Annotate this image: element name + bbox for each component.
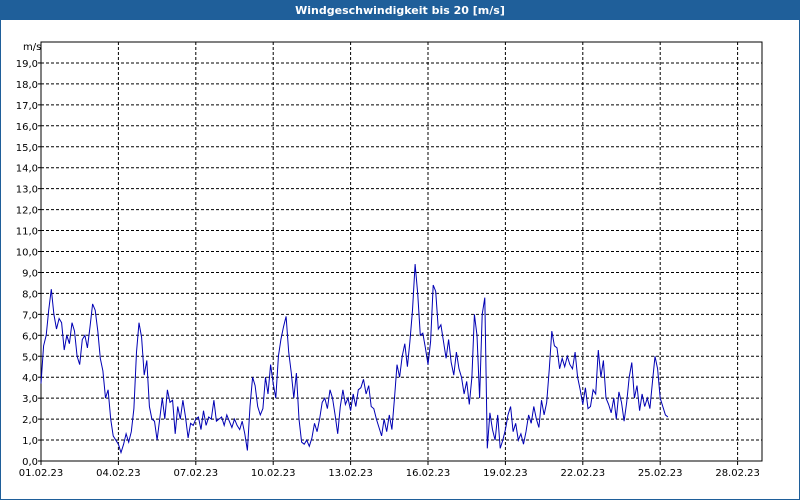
y-tick-label: 2,0: [22, 415, 38, 426]
x-tick-label: 28.02.23: [715, 468, 760, 479]
y-tick-label: 17,0: [16, 101, 38, 112]
y-tick-label: 6,0: [22, 331, 38, 342]
y-tick-label: 18,0: [16, 80, 38, 91]
y-axis: 0,0 1,0 2,0 3,0 4,0 5,0 6,0 7,0 8,0 9,0 10,0 11,0 12…: [16, 59, 41, 468]
y-tick-label: 10,0: [16, 248, 38, 259]
x-axis: 01.02.23 04.02.23 07.02.23 10.02.23 13.02.23…: [19, 461, 760, 479]
y-tick-label: 12,0: [16, 206, 38, 217]
x-tick-label: 13.02.23: [328, 468, 373, 479]
y-tick-label: 8,0: [22, 289, 38, 300]
y-tick-label: 1,0: [22, 436, 38, 447]
y-tick-label: 15,0: [16, 143, 38, 154]
y-tick-label: 7,0: [22, 310, 38, 321]
y-tick-label: 0,0: [22, 457, 38, 468]
y-axis-label: m/s: [23, 42, 41, 53]
chart-title: Windgeschwindigkeit bis 20 [m/s]: [1, 1, 799, 20]
x-tick-label: 25.02.23: [638, 468, 683, 479]
x-tick-label: 19.02.23: [483, 468, 528, 479]
y-tick-label: 3,0: [22, 394, 38, 405]
x-tick-label: 22.02.23: [561, 468, 606, 479]
y-tick-label: 11,0: [16, 227, 38, 238]
chart-window: Windgeschwindigkeit bis 20 [m/s] 0,0 1,0 2…: [0, 0, 800, 500]
y-tick-label: 4,0: [22, 373, 38, 384]
x-tick-label: 10.02.23: [251, 468, 296, 479]
y-tick-label: 9,0: [22, 268, 38, 279]
y-tick-label: 14,0: [16, 164, 38, 175]
y-tick-label: 5,0: [22, 352, 38, 363]
x-tick-label: 04.02.23: [96, 468, 141, 479]
x-tick-label: 07.02.23: [174, 468, 219, 479]
y-tick-label: 19,0: [16, 59, 38, 70]
y-tick-label: 13,0: [16, 185, 38, 196]
chart-plot: 0,0 1,0 2,0 3,0 4,0 5,0 6,0 7,0 8,0 9,0 10,0 11,0 12…: [16, 41, 763, 479]
x-tick-label: 16.02.23: [406, 468, 451, 479]
y-tick-label: 16,0: [16, 122, 38, 133]
x-tick-label: 01.02.23: [19, 468, 64, 479]
